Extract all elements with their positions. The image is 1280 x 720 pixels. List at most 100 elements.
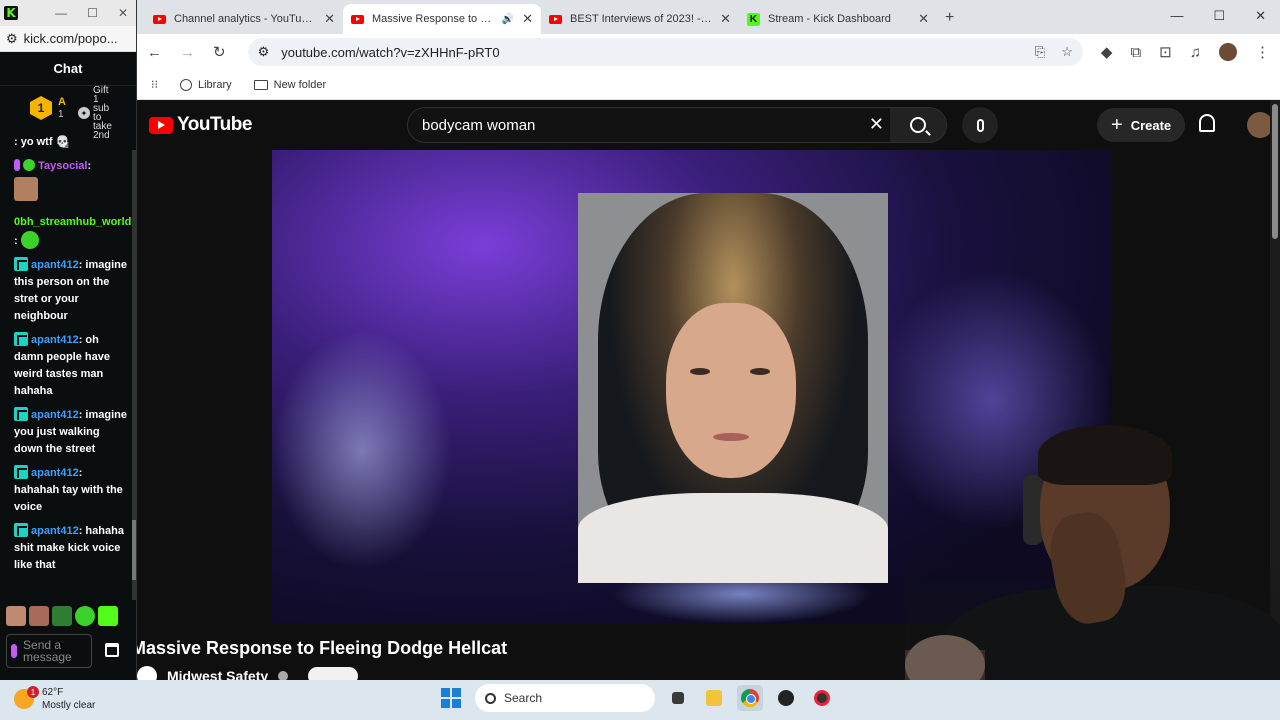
apps-grid-icon[interactable]: ⁝⁝ [151, 78, 158, 91]
tab-best-interviews[interactable]: BEST Interviews of 2023! - YouT ✕ [541, 4, 739, 34]
start-windows-icon[interactable] [441, 688, 461, 708]
obs-icon[interactable] [773, 685, 799, 711]
store-icon[interactable] [105, 643, 119, 657]
new-tab-button[interactable]: + [945, 9, 954, 27]
search-button[interactable] [890, 108, 946, 142]
close-tab-icon[interactable]: ✕ [522, 11, 533, 27]
maximize-icon[interactable]: ☐ [87, 6, 98, 20]
webcam-hair [1038, 425, 1172, 485]
close-tab-icon[interactable]: ✕ [918, 11, 929, 27]
extension-icon[interactable]: ◆ [1101, 43, 1113, 61]
subscriber-badge-icon [14, 407, 28, 421]
voice-search-button[interactable] [962, 107, 998, 143]
close-icon[interactable]: ✕ [118, 6, 128, 20]
channel-row: Midwest Safety [137, 666, 359, 680]
extensions-puzzle-icon[interactable]: ⧉ [1130, 44, 1141, 61]
back-icon[interactable]: ← [147, 44, 162, 61]
chat-url-bar[interactable]: ⚙ kick.com/popo... [0, 26, 136, 52]
weather-sun-icon: 1 [14, 686, 39, 709]
extensions-area: ◆ ⧉ ⊡ ♫ ⋮ [1101, 43, 1270, 61]
chat-filter-icon[interactable]: ≡ [62, 138, 69, 152]
chat-window-controls: — ☐ ✕ [55, 6, 132, 20]
weather-desc: Mostly clear [42, 700, 96, 711]
chat-scrollbar[interactable] [132, 150, 136, 600]
bookmark-library[interactable]: Library [180, 78, 232, 91]
notifications-bell-icon[interactable] [1199, 114, 1215, 132]
site-info-icon[interactable]: ⚙ [258, 44, 270, 60]
chat-message-text: : [87, 160, 92, 172]
emote-button[interactable] [29, 606, 49, 626]
emote-button[interactable] [98, 606, 118, 626]
create-button[interactable]: + Create [1097, 108, 1186, 142]
gift-icon: ✦ [78, 107, 90, 119]
globe-icon [180, 78, 192, 91]
gift-sub-button[interactable]: ✦ Gift 1 sub to take 2nd [78, 86, 112, 141]
chat-username[interactable]: Taysocial [38, 160, 87, 172]
media-control-icon[interactable]: ♫ [1190, 44, 1201, 61]
close-tab-icon[interactable]: ✕ [720, 11, 731, 27]
emote-image [14, 177, 38, 201]
weather-widget[interactable]: 1 62°F Mostly clear [14, 686, 95, 712]
mic-icon[interactable] [11, 644, 18, 658]
chat-username[interactable]: apant412 [31, 525, 79, 537]
clear-search-icon[interactable]: ✕ [869, 114, 884, 135]
minimize-icon[interactable]: — [55, 6, 67, 20]
top-gifter[interactable]: 1 A 1 ✦ Gift 1 sub to take 2nd [0, 86, 136, 141]
taskbar-search[interactable]: Search [475, 684, 655, 712]
youtube-search-input[interactable]: bodycam woman ✕ [407, 107, 947, 143]
close-tab-icon[interactable]: ✕ [324, 11, 335, 27]
install-app-icon[interactable]: ⎘ [1035, 44, 1045, 60]
youtube-logo[interactable]: YouTube [149, 114, 252, 136]
menu-kebab-icon[interactable]: ⋮ [1255, 43, 1270, 61]
verified-badge-icon [23, 159, 36, 171]
reload-icon[interactable]: ↻ [213, 43, 226, 61]
windows-taskbar: 1 62°F Mostly clear Search [0, 680, 1280, 720]
chat-message: apant412: imagine this person on the str… [14, 257, 130, 325]
profile-avatar[interactable] [1219, 43, 1237, 61]
search-icon [485, 692, 496, 704]
tab-channel-analytics[interactable]: Channel analytics - YouTube Stu ✕ [145, 4, 343, 34]
video-background-glow [272, 330, 452, 570]
chat-username[interactable]: 0bh_streamhub_world [14, 216, 131, 228]
channel-name[interactable]: Midwest Safety [167, 668, 268, 680]
kick-chat-window: K — ☐ ✕ ⚙ kick.com/popo... Chat 1 A 1 ✦ … [0, 0, 137, 680]
quick-emote-row [6, 606, 118, 626]
file-explorer-icon[interactable] [701, 685, 727, 711]
mugshot-eye [690, 368, 710, 375]
chat-send-input[interactable]: Send a message [6, 634, 92, 668]
forward-icon[interactable]: → [180, 44, 195, 61]
youtube-icon [351, 14, 364, 24]
app-icon[interactable] [809, 685, 835, 711]
chat-message: apant412: imagine you just walking down … [14, 407, 130, 458]
bookmark-star-icon[interactable]: ☆ [1061, 44, 1073, 60]
chat-send-placeholder: Send a message [23, 638, 72, 664]
emote-button[interactable] [6, 606, 26, 626]
chat-username[interactable]: apant412 [31, 409, 79, 421]
site-settings-icon[interactable]: ⚙ [6, 31, 18, 47]
bookmark-label: New folder [273, 78, 327, 91]
bookmark-new-folder[interactable]: New folder [253, 78, 327, 91]
tab-strip: Channel analytics - YouTube Stu ✕ Massiv… [137, 0, 1280, 34]
mic-badge-icon [14, 159, 20, 171]
chrome-icon[interactable] [737, 685, 763, 711]
rank-badge-icon: 1 [30, 96, 52, 120]
audio-playing-icon[interactable]: 🔊 [502, 14, 514, 25]
minimize-icon[interactable]: — [1170, 8, 1183, 24]
chat-username[interactable]: apant412 [31, 334, 79, 346]
chat-url-text: kick.com/popo... [23, 31, 118, 46]
chat-message: apant412: hahahah tay with the voice [14, 465, 130, 516]
address-bar[interactable]: ⚙ youtube.com/watch?v=zXHHnF-pRT0 ⎘ ☆ [247, 38, 1083, 66]
tab-kick-dashboard[interactable]: K Stream - Kick Dashboard ✕ [739, 4, 937, 34]
emote-button[interactable] [75, 606, 95, 626]
tab-massive-response[interactable]: Massive Response to Fleein 🔊 ✕ [343, 4, 541, 34]
subscribe-button[interactable] [308, 667, 359, 680]
chat-username[interactable]: apant412 [31, 259, 79, 271]
chat-username[interactable]: apant412 [31, 467, 79, 479]
maximize-icon[interactable]: ☐ [1213, 8, 1225, 24]
close-icon[interactable]: ✕ [1255, 8, 1266, 24]
channel-avatar[interactable] [137, 666, 157, 680]
emote-button[interactable] [52, 606, 72, 626]
task-view-icon[interactable] [665, 685, 691, 711]
mugshot-eye [750, 368, 770, 375]
tab-search-icon[interactable]: ⊡ [1159, 43, 1172, 61]
